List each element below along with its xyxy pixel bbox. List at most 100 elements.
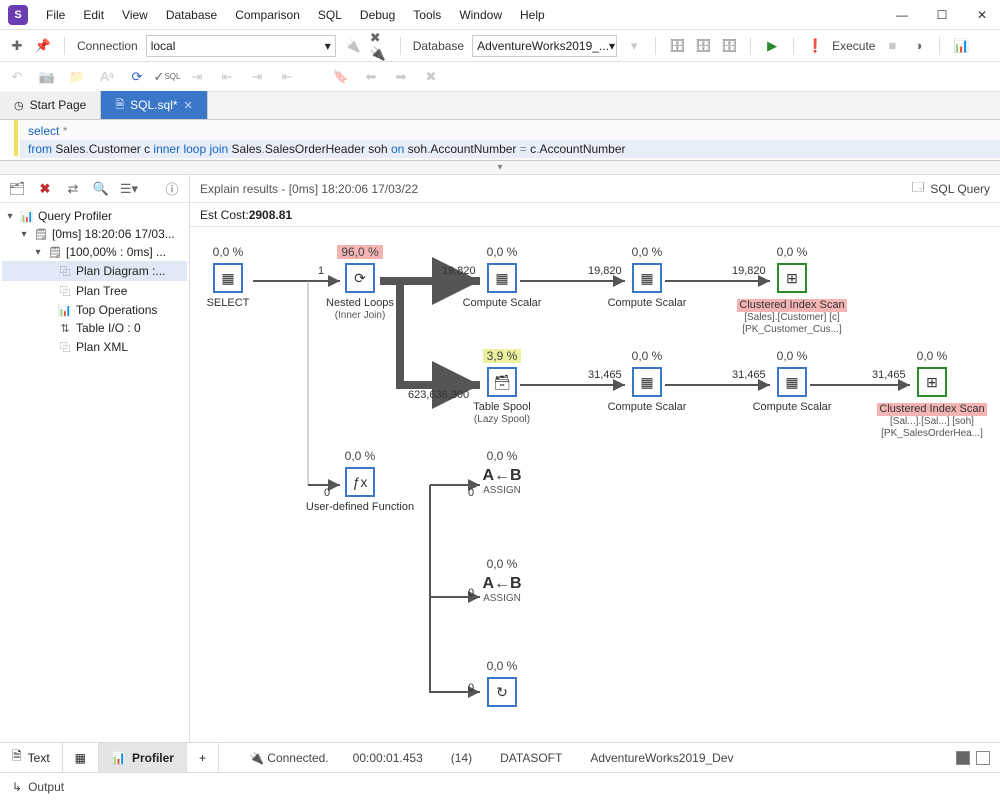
tree-plan-xml[interactable]: ⿻Plan XML [2,337,187,357]
node-nested-loops[interactable]: 96,0 % ⟳ Nested Loops (Inner Join) [305,245,415,322]
stop-warn-icon[interactable]: ❗ [806,37,824,55]
tree-plan-diagram[interactable]: ⿻Plan Diagram :... [2,261,187,281]
document-tabs: ◷ Start Page 🗎 SQL.sql* ✕ [0,92,1000,120]
maximize-button[interactable]: ☐ [932,8,952,22]
zoom-icon[interactable]: 🔍 [92,180,110,198]
tree-plan-tree[interactable]: ⿻Plan Tree [2,281,187,301]
edit-toolbar: ↶ 📷 📁 Aᵃ ⟳ ✓SQL ⇥ ⇤ ⇥ ⇤ 🔖 ⬅ ➡ ✖ [0,62,1000,92]
disconnect-icon[interactable]: ✖🔌 [370,37,388,55]
node-table-spool[interactable]: 3,9 % 🗃 Table Spool (Lazy Spool) [447,349,557,426]
tree-run[interactable]: ▾🗒[0ms] 18:20:06 17/03... [2,225,187,243]
plan-diagram[interactable]: 1 19,820 19,820 19,820 623,636,300 31,46… [190,227,1000,742]
explain-title: Explain results - [0ms] 18:20:06 17/03/2… [200,182,418,196]
menu-file[interactable]: File [38,4,73,26]
splitter-horizontal[interactable]: ▾ [0,161,1000,175]
menu-database[interactable]: Database [158,4,225,26]
bottom-tab-add[interactable]: + [187,743,219,772]
menu-bar: File Edit View Database Comparison SQL D… [38,4,553,26]
layout-toggle-2[interactable] [976,751,990,765]
sql-file-icon: 🗎 [115,96,124,115]
new-query-icon[interactable]: ✚ [8,37,26,55]
info-icon[interactable]: ⓘ [163,180,181,198]
output-bar[interactable]: ↳ Output [0,772,1000,800]
sql-query-icon: 🗔 [911,178,924,199]
tree-root[interactable]: ▾📊Query Profiler [2,207,187,225]
tree-table-io[interactable]: ⇅Table I/O : 0 [2,319,187,337]
connect-icon: 🔌 [344,37,362,55]
compute-icon: ▦ [487,263,517,293]
db-action1-icon: ▾ [625,37,643,55]
minimize-button[interactable]: ― [892,8,912,22]
status-connection: 🔌 Connected. [249,751,329,765]
node-compute-scalar-3[interactable]: 0,0 % ▦ Compute Scalar [592,349,702,414]
node-select[interactable]: 0,0 % ▦ SELECT [190,245,283,310]
bottom-tab-data[interactable]: ▦ [63,743,99,772]
profile-icon[interactable]: 📊 [952,37,970,55]
status-db: AdventureWorks2019_Dev [586,751,737,765]
window-buttons: ― ☐ ✕ [892,8,992,22]
function-icon: ƒx [345,467,375,497]
node-compute-scalar-4[interactable]: 0,0 % ▦ Compute Scalar [737,349,847,414]
menu-edit[interactable]: Edit [75,4,112,26]
index-scan-icon: ⊞ [777,263,807,293]
execute-label[interactable]: Execute [832,39,875,53]
node-udf[interactable]: 0,0 % ƒx User-defined Function [305,449,415,514]
menu-sql[interactable]: SQL [310,4,350,26]
tree-run-node[interactable]: ▾🗒[100,00% : 0ms] ... [2,243,187,261]
storage2-icon[interactable]: 🗄 [694,37,712,55]
tab-start-label: Start Page [30,98,87,112]
menu-view[interactable]: View [114,4,156,26]
menu-comparison[interactable]: Comparison [227,4,308,26]
menu-tools[interactable]: Tools [405,4,449,26]
layout-toggle-1[interactable] [956,751,970,765]
storage1-icon[interactable]: 🗄 [668,37,686,55]
database-label: Database [413,39,464,53]
tree-style-icon[interactable]: 🗂 [8,180,26,198]
est-cost-bar: Est Cost: 2908.81 [190,203,1000,227]
tree-top-ops[interactable]: 📊Top Operations [2,301,187,319]
delete-icon[interactable]: ✖ [36,180,54,198]
index-scan-icon: ⊞ [917,367,947,397]
start-page-icon: ◷ [14,99,24,112]
node-clustered-scan-2[interactable]: 0,0 % ⊞ Clustered Index Scan [Sal...].[S… [877,349,987,440]
node-assign-1[interactable]: 0,0 % A←B ASSIGN [447,449,557,497]
check-sql-icon[interactable]: ✓SQL [158,68,176,86]
compare-icon[interactable]: ⇄ [64,180,82,198]
bottom-tab-profiler[interactable]: 📊Profiler [99,743,187,772]
indent-icon: ⇥ [188,68,206,86]
node-last[interactable]: 0,0 % ↻ [447,659,557,711]
node-compute-scalar-1[interactable]: 0,0 % ▦ Compute Scalar [447,245,557,310]
close-button[interactable]: ✕ [972,8,992,22]
refresh-icon[interactable]: ⟳ [128,68,146,86]
node-compute-scalar-2[interactable]: 0,0 % ▦ Compute Scalar [592,245,702,310]
menu-window[interactable]: Window [451,4,510,26]
sql-editor[interactable]: select * from Sales.Customer c inner loo… [0,120,1000,161]
node-clustered-scan-1[interactable]: 0,0 % ⊞ Clustered Index Scan [Sales].[Cu… [737,245,847,336]
camera-icon: 📷 [38,68,56,86]
menu-help[interactable]: Help [512,4,553,26]
profiler-panel: 🗂 ✖ ⇄ 🔍 ☰▾ ⓘ ▾📊Query Profiler ▾🗒[0ms] 18… [0,175,190,742]
pin-icon[interactable]: 📌 [34,37,52,55]
compute-icon: ▦ [632,367,662,397]
return-icon: ↻ [487,677,517,707]
mark-icon[interactable]: ◑ [909,37,927,55]
connection-combo[interactable]: local▾ [146,35,336,57]
storage3-icon[interactable]: 🗄 [720,37,738,55]
text-icon: 🗎 [12,747,22,768]
options-icon[interactable]: ☰▾ [120,180,138,198]
sql-query-button[interactable]: 🗔 SQL Query [911,178,990,199]
bottom-bar: 🗎Text ▦ 📊Profiler + 🔌 Connected. 00:00:0… [0,742,1000,772]
status-bar: 🔌 Connected. 00:00:01.453 (14) DATASOFT … [219,751,1000,765]
tab-start-page[interactable]: ◷ Start Page [0,91,101,119]
node-assign-2[interactable]: 0,0 % A←B ASSIGN [447,557,557,605]
menu-debug[interactable]: Debug [352,4,403,26]
database-combo[interactable]: AdventureWorks2019_...▾ [472,35,617,57]
tab-close-icon[interactable]: ✕ [184,99,193,112]
tab-sql[interactable]: 🗎 SQL.sql* ✕ [101,91,207,119]
bookmark-icon: 🔖 [332,68,350,86]
editor-gutter [0,120,18,160]
run-icon[interactable]: ▶ [763,37,781,55]
select-icon: ▦ [213,263,243,293]
status-host: DATASOFT [496,751,566,765]
bottom-tab-text[interactable]: 🗎Text [0,743,63,772]
